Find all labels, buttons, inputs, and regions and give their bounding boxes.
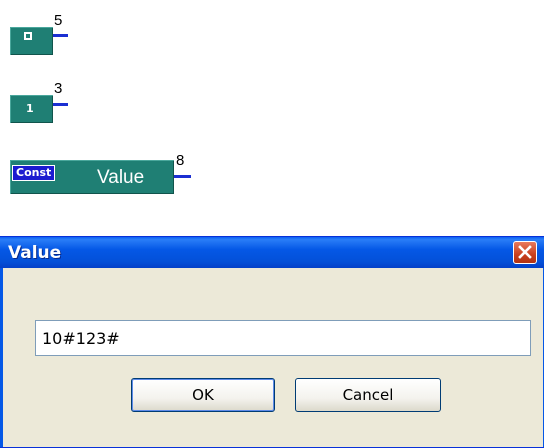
value-input[interactable] xyxy=(35,320,531,356)
one-label: 1 xyxy=(26,102,34,115)
connector-number-8: 8 xyxy=(176,152,185,169)
ok-button[interactable]: OK xyxy=(131,378,275,412)
connector-line[interactable] xyxy=(53,103,68,106)
close-button[interactable] xyxy=(513,241,537,264)
const-value-label: Value xyxy=(97,167,145,188)
connector-line[interactable] xyxy=(53,34,68,37)
const-value-block[interactable]: Const Value xyxy=(10,160,174,194)
dialog-body: OK Cancel xyxy=(0,268,544,447)
value-dialog: Value OK Cancel xyxy=(0,236,544,448)
cancel-button[interactable]: Cancel xyxy=(295,378,441,412)
connector-line[interactable] xyxy=(174,175,191,178)
zero-glyph: 0 xyxy=(24,32,32,40)
dialog-titlebar[interactable]: Value xyxy=(0,237,544,268)
connector-number-5: 5 xyxy=(54,12,63,29)
constant-block-one[interactable]: 1 xyxy=(10,95,53,123)
constant-block-zero[interactable]: 0 xyxy=(10,27,53,55)
close-x-icon xyxy=(518,245,532,259)
dialog-title: Value xyxy=(8,243,62,263)
connector-number-3: 3 xyxy=(54,80,63,97)
const-tag: Const xyxy=(12,165,56,181)
